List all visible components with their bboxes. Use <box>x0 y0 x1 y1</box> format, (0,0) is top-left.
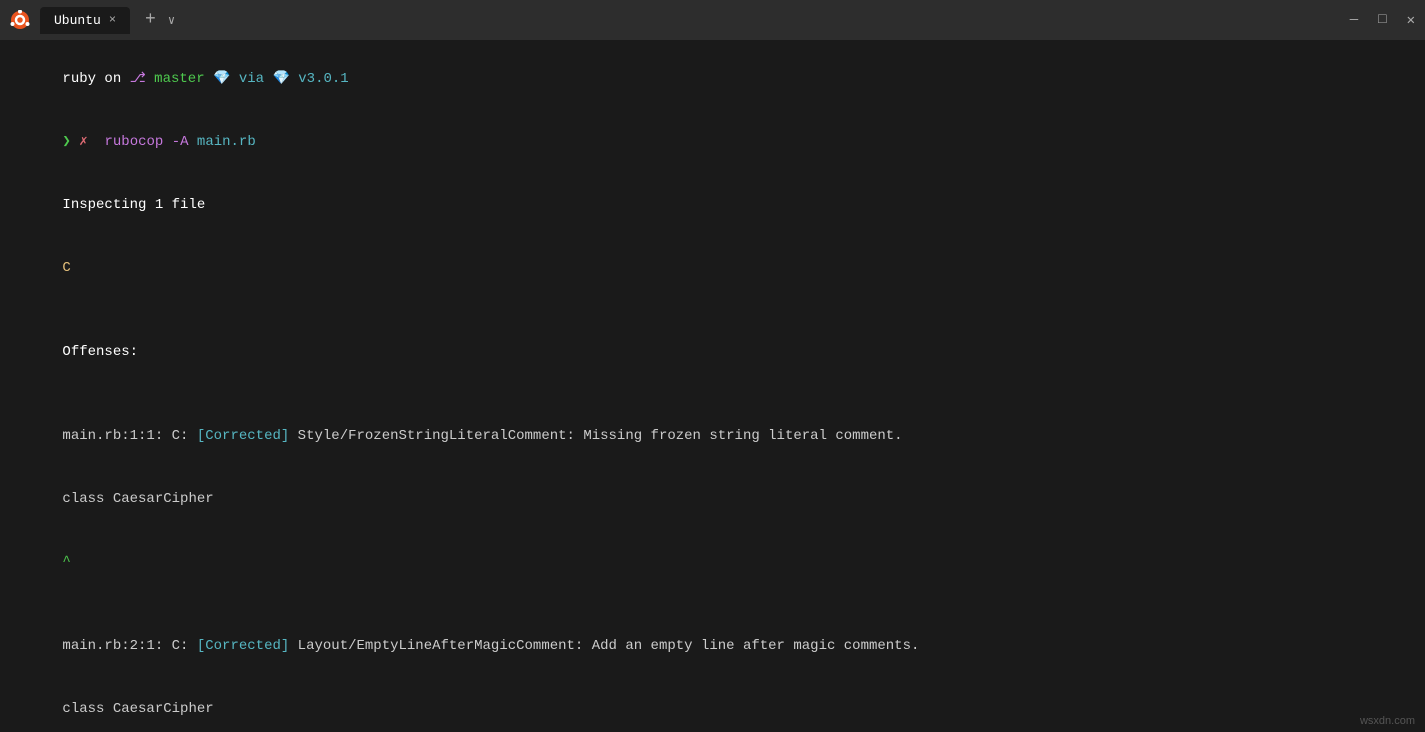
rubocop-cmd: rubocop -A <box>88 134 197 150</box>
window-controls: — □ ✕ <box>1350 12 1415 29</box>
c-status: C <box>62 260 70 276</box>
inspecting-line: Inspecting 1 file <box>12 174 1413 237</box>
ubuntu-logo-icon <box>10 10 30 30</box>
maximize-button[interactable]: □ <box>1378 12 1386 28</box>
prompt-line-1: ruby on ⎇ master 💎 via 💎 v3.0.1 <box>12 48 1413 111</box>
offense-2-message: Layout/EmptyLineAfterMagicComment: Add a… <box>289 638 919 654</box>
offenses-header: Offenses: <box>62 344 138 360</box>
terminal-content[interactable]: ruby on ⎇ master 💎 via 💎 v3.0.1 ❯ ✗ rubo… <box>0 40 1425 732</box>
ruby-version: via 💎 v3.0.1 <box>230 71 348 87</box>
new-tab-button[interactable]: + <box>145 10 156 30</box>
command-line: ❯ ✗ rubocop -A main.rb <box>12 111 1413 174</box>
close-button[interactable]: ✕ <box>1407 12 1415 29</box>
offense-1-code-text: class CaesarCipher <box>62 491 213 507</box>
tab-label: Ubuntu <box>54 13 101 28</box>
terminal-window: Ubuntu × + ∨ — □ ✕ ruby on ⎇ master 💎 vi… <box>0 0 1425 732</box>
offense-2-corrected: [Corrected] <box>188 638 289 654</box>
offense-2-location: main.rb:2:1: C: <box>62 638 188 654</box>
branch-icon: ⎇ <box>130 71 146 87</box>
offense-2-code-text: class CaesarCipher <box>62 701 213 717</box>
offense-1-code: class CaesarCipher <box>12 468 1413 531</box>
minimize-button[interactable]: — <box>1350 12 1358 28</box>
empty-line-1 <box>12 300 1413 321</box>
offense-2-code: class CaesarCipher <box>12 678 1413 732</box>
tab-close-button[interactable]: × <box>109 13 116 27</box>
offense-2-loc: main.rb:2:1: C: [Corrected] Layout/Empty… <box>12 615 1413 678</box>
offense-1-caret-text: ^ <box>62 554 70 570</box>
c-status-line: C <box>12 237 1413 300</box>
prompt-arrow: ❯ <box>62 134 70 150</box>
branch-name: master <box>146 71 213 87</box>
offense-1-corrected: [Corrected] <box>188 428 289 444</box>
titlebar-left: Ubuntu × + ∨ <box>10 7 175 34</box>
prompt-ruby-label: ruby on <box>62 71 129 87</box>
active-tab[interactable]: Ubuntu × <box>40 7 130 34</box>
titlebar: Ubuntu × + ∨ — □ ✕ <box>0 0 1425 40</box>
offenses-header-line: Offenses: <box>12 321 1413 384</box>
offense-1-location: main.rb:1:1: C: <box>62 428 188 444</box>
gem-emoji: 💎 <box>213 71 230 87</box>
inspecting-text: Inspecting 1 file <box>62 197 205 213</box>
offense-1-caret: ^ <box>12 531 1413 594</box>
empty-line-2 <box>12 384 1413 405</box>
offense-1-loc: main.rb:1:1: C: [Corrected] Style/Frozen… <box>12 405 1413 468</box>
empty-line-3 <box>12 594 1413 615</box>
watermark: wsxdn.com <box>1360 715 1415 727</box>
prompt-x: ✗ <box>71 134 88 150</box>
offense-1-message: Style/FrozenStringLiteralComment: Missin… <box>289 428 902 444</box>
tab-dropdown-button[interactable]: ∨ <box>168 13 175 28</box>
filename: main.rb <box>197 134 256 150</box>
